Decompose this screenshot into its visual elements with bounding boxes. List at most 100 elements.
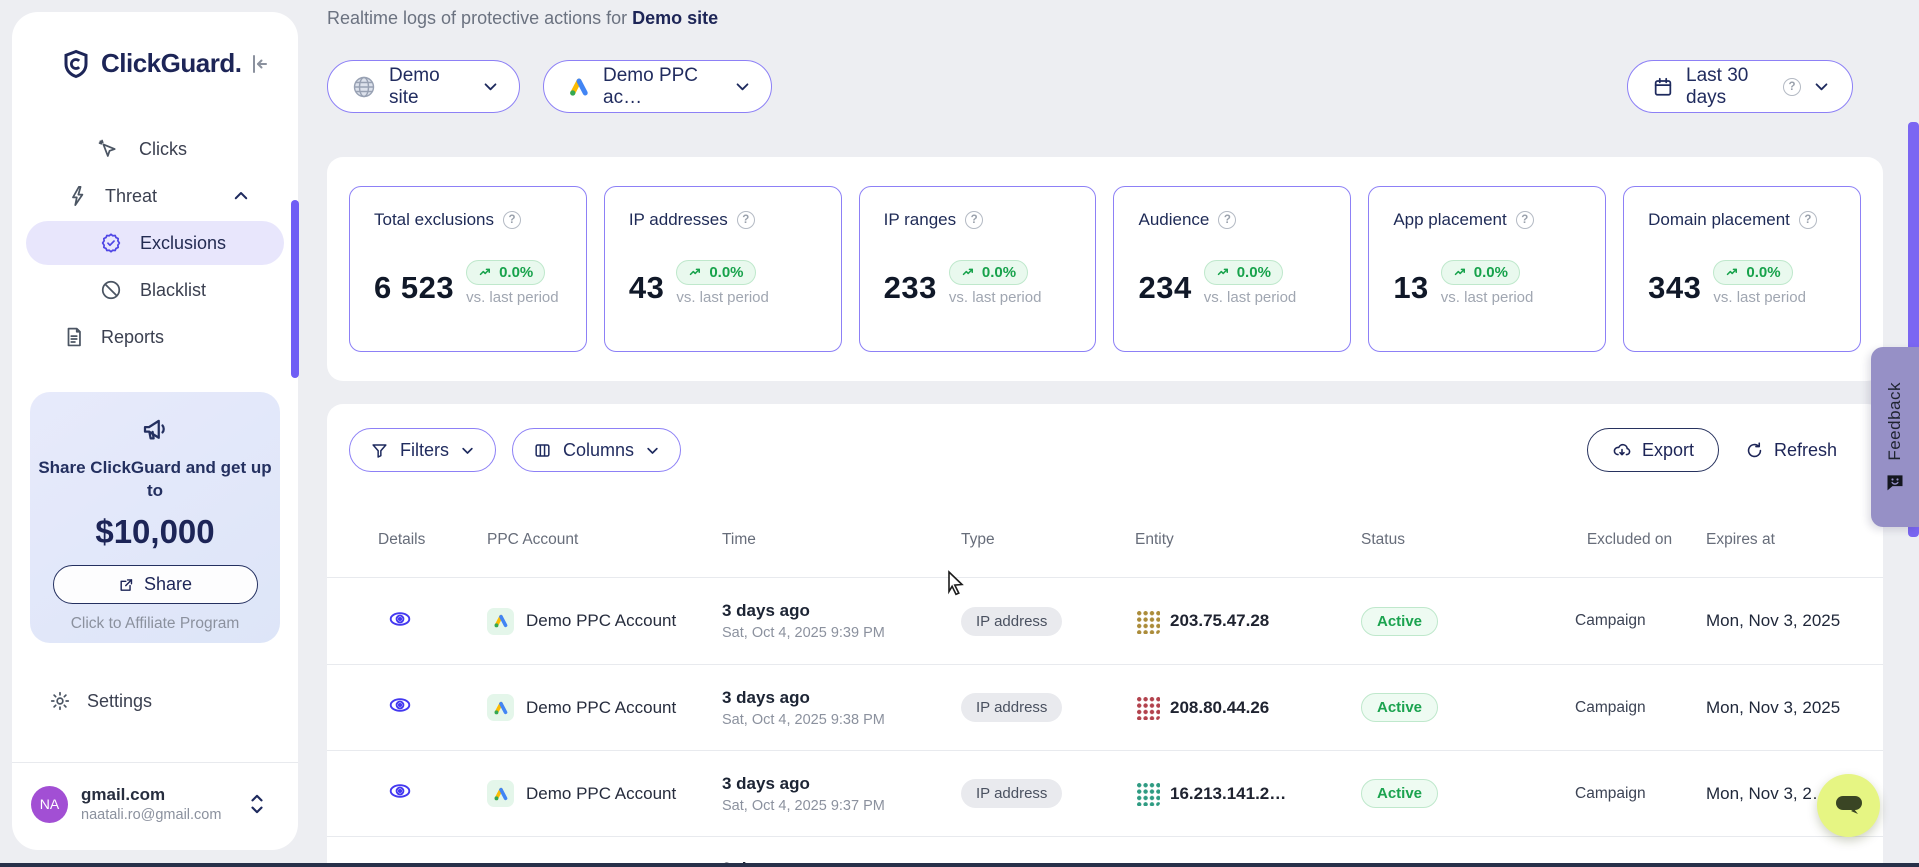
feedback-tab[interactable]: Feedback bbox=[1871, 347, 1919, 527]
settings-label: Settings bbox=[87, 691, 152, 712]
subtitle-site-name: Demo site bbox=[632, 8, 718, 28]
stat-label: Total exclusions bbox=[374, 210, 494, 230]
stat-value: 233 bbox=[884, 270, 937, 306]
trend-up-icon bbox=[478, 265, 493, 280]
col-header-entity[interactable]: Entity bbox=[1135, 531, 1361, 549]
stat-sublabel: vs. last period bbox=[1441, 289, 1534, 306]
columns-icon bbox=[533, 441, 552, 460]
cursor-click-icon bbox=[97, 138, 119, 160]
sidebar-item-label: Exclusions bbox=[140, 233, 226, 254]
promo-amount: $10,000 bbox=[30, 513, 280, 551]
stats-band: Total exclusions? 6 523 0.0% vs. last pe… bbox=[327, 157, 1883, 381]
ppc-account-selector-dropdown[interactable]: Demo PPC ac… bbox=[543, 60, 772, 113]
table-row[interactable]: Demo PPC Account 3 days ago Sat, Oct 4, 2… bbox=[327, 578, 1883, 664]
share-button[interactable]: Share bbox=[53, 565, 258, 604]
stat-value: 343 bbox=[1648, 270, 1701, 306]
cell-ppc-account: Demo PPC Account bbox=[526, 784, 676, 804]
google-ads-icon bbox=[487, 694, 514, 721]
columns-button[interactable]: Columns bbox=[512, 428, 681, 472]
megaphone-icon bbox=[140, 414, 170, 444]
page-subtitle: Realtime logs of protective actions for … bbox=[327, 8, 718, 29]
user-email: naatali.ro@gmail.com bbox=[81, 807, 248, 823]
stat-change-badge: 0.0% bbox=[1204, 260, 1283, 285]
table-toolbar: Filters Columns Export Refresh bbox=[349, 428, 1861, 472]
refresh-icon bbox=[1745, 441, 1764, 460]
help-icon[interactable]: ? bbox=[1218, 211, 1236, 229]
table-row[interactable]: Demo PPC Account 3 days agoSat, Oct 4, 2… bbox=[327, 750, 1883, 836]
cell-time-full: Sat, Oct 4, 2025 9:38 PM bbox=[722, 712, 961, 728]
brand-name: ClickGuard. bbox=[101, 48, 246, 79]
col-header-time[interactable]: Time bbox=[722, 531, 961, 549]
export-button[interactable]: Export bbox=[1587, 428, 1719, 472]
entity-identicon bbox=[1135, 781, 1160, 806]
stat-card-app-placement: App placement? 13 0.0% vs. last period bbox=[1368, 186, 1606, 352]
trend-up-icon bbox=[1725, 265, 1740, 280]
help-icon[interactable]: ? bbox=[503, 211, 521, 229]
filters-button[interactable]: Filters bbox=[349, 428, 496, 472]
chevron-down-icon bbox=[734, 78, 751, 95]
status-badge: Active bbox=[1361, 779, 1438, 808]
sidebar-item-label: Reports bbox=[101, 327, 164, 348]
google-ads-icon bbox=[487, 608, 514, 635]
stat-sublabel: vs. last period bbox=[676, 289, 769, 306]
sidebar-item-blacklist[interactable]: Blacklist bbox=[26, 268, 284, 312]
view-details-eye-icon[interactable] bbox=[388, 779, 412, 803]
user-name: gmail.com bbox=[81, 785, 248, 805]
help-icon[interactable]: ? bbox=[737, 211, 755, 229]
cell-time-full: Sat, Oct 4, 2025 9:39 PM bbox=[722, 625, 961, 641]
site-selector-value: Demo site bbox=[389, 65, 469, 109]
col-header-excluded-on[interactable]: Excluded on bbox=[1575, 529, 1706, 551]
col-header-ppc-account[interactable]: PPC Account bbox=[487, 531, 722, 549]
table-row[interactable]: Demo PPC Account 3 days agoSat, Oct 4, 2… bbox=[327, 664, 1883, 750]
affiliate-promo-card[interactable]: Share ClickGuard and get up to $10,000 S… bbox=[30, 392, 280, 643]
date-range-dropdown[interactable]: Last 30 days ? bbox=[1627, 60, 1853, 113]
promo-text: Share ClickGuard and get up to bbox=[30, 457, 280, 503]
col-header-expires-at[interactable]: Expires at bbox=[1706, 531, 1883, 549]
feedback-label: Feedback bbox=[1885, 382, 1905, 461]
help-icon[interactable]: ? bbox=[965, 211, 983, 229]
chevron-down-icon bbox=[1813, 78, 1830, 95]
cell-expires-at: Mon, Nov 3, 2025 bbox=[1706, 698, 1883, 718]
sidebar-item-exclusions[interactable]: Exclusions bbox=[26, 221, 284, 265]
stat-card-domain-placement: Domain placement? 343 0.0% vs. last peri… bbox=[1623, 186, 1861, 352]
sidebar-item-threat[interactable]: Threat bbox=[26, 174, 284, 218]
view-details-eye-icon[interactable] bbox=[388, 607, 412, 631]
refresh-label: Refresh bbox=[1774, 440, 1837, 461]
help-icon: ? bbox=[1783, 78, 1801, 96]
stat-label: App placement bbox=[1393, 210, 1506, 230]
table-header-row: Details PPC Account Time Type Entity Sta… bbox=[327, 502, 1883, 578]
chat-widget-button[interactable] bbox=[1817, 774, 1880, 837]
col-header-details[interactable]: Details bbox=[378, 531, 487, 549]
cell-excluded-on: Campaign bbox=[1575, 699, 1706, 717]
col-header-status[interactable]: Status bbox=[1361, 531, 1575, 549]
sidebar-item-settings[interactable]: Settings bbox=[12, 678, 298, 724]
stat-change-badge: 0.0% bbox=[466, 260, 545, 285]
stat-sublabel: vs. last period bbox=[1204, 289, 1297, 306]
help-icon[interactable]: ? bbox=[1516, 211, 1534, 229]
cell-time-relative: 3 days ago bbox=[722, 601, 961, 621]
sidebar-item-clicks[interactable]: Clicks bbox=[26, 127, 284, 171]
subtitle-text: Realtime logs of protective actions for bbox=[327, 8, 632, 28]
stat-label: Domain placement bbox=[1648, 210, 1790, 230]
cell-entity: 16.213.141.2… bbox=[1170, 784, 1286, 804]
ppc-account-selector-value: Demo PPC ac… bbox=[603, 65, 721, 109]
stat-card-ip-addresses: IP addresses? 43 0.0% vs. last period bbox=[604, 186, 842, 352]
view-details-eye-icon[interactable] bbox=[388, 693, 412, 717]
type-badge: IP address bbox=[961, 693, 1062, 722]
help-icon[interactable]: ? bbox=[1799, 211, 1817, 229]
stat-sublabel: vs. last period bbox=[949, 289, 1042, 306]
sidebar-item-reports[interactable]: Reports bbox=[26, 315, 284, 359]
refresh-button[interactable]: Refresh bbox=[1745, 440, 1837, 461]
chevron-updown-icon bbox=[248, 792, 266, 816]
type-badge: IP address bbox=[961, 607, 1062, 636]
cell-ppc-account: Demo PPC Account bbox=[526, 611, 676, 631]
sidebar-scrollbar[interactable] bbox=[291, 200, 299, 378]
chevron-down-icon bbox=[645, 443, 660, 458]
stat-change-badge: 0.0% bbox=[1713, 260, 1792, 285]
col-header-type[interactable]: Type bbox=[961, 531, 1135, 549]
site-selector-dropdown[interactable]: Demo site bbox=[327, 60, 520, 113]
type-badge: IP address bbox=[961, 779, 1062, 808]
collapse-sidebar-icon[interactable] bbox=[246, 52, 270, 76]
account-switcher[interactable]: NA gmail.com naatali.ro@gmail.com bbox=[12, 770, 298, 838]
affiliate-link[interactable]: Click to Affiliate Program bbox=[30, 615, 280, 633]
